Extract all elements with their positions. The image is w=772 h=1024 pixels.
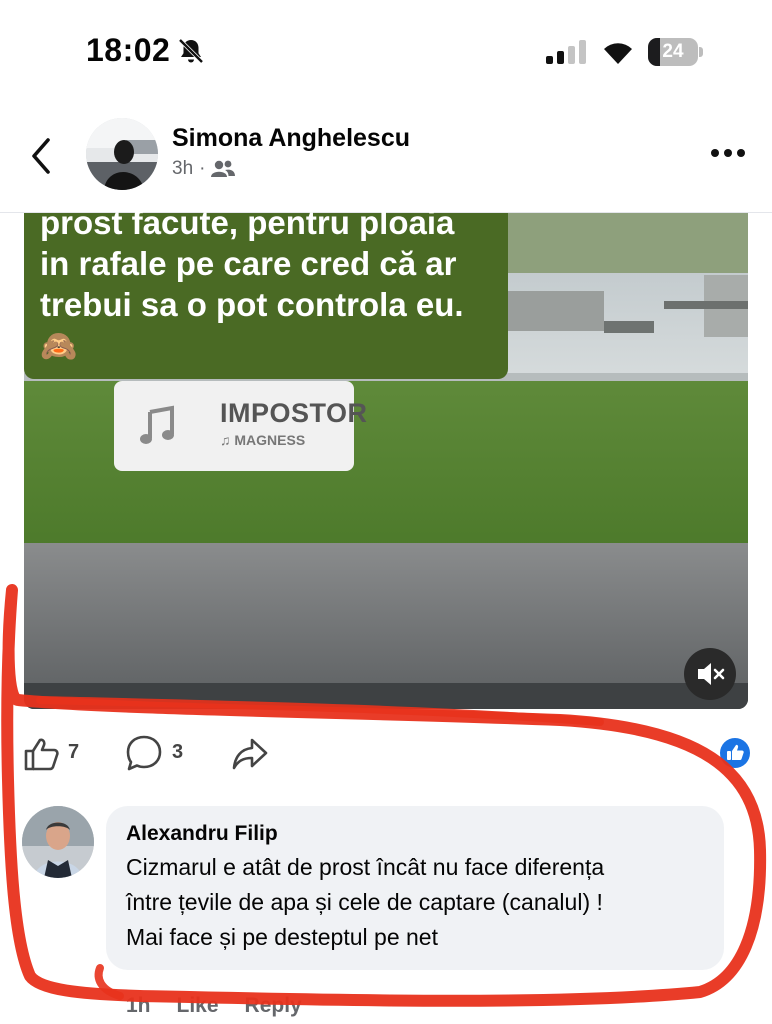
comment-text: Cizmarul e atât de prost încât nu face d… (126, 850, 716, 955)
like-button[interactable] (22, 736, 62, 772)
caption-line: trebui sa o pot controla eu. (40, 286, 464, 323)
mute-button[interactable] (684, 648, 736, 700)
back-button[interactable] (26, 134, 60, 178)
music-note-icon (140, 405, 174, 444)
comment-count: 3 (172, 741, 184, 763)
share-button[interactable] (230, 736, 270, 772)
battery-level: 24 (662, 41, 684, 62)
like-count: 7 (68, 741, 80, 763)
post-time[interactable]: 3h (172, 158, 193, 180)
comment-time: 1h (126, 994, 151, 1017)
author-name[interactable]: Simona Anghelescu (172, 124, 410, 153)
bell-off-icon (178, 38, 204, 64)
signal-icon (546, 40, 586, 64)
avatar-image (86, 118, 158, 190)
post-meta: 3h · (172, 158, 236, 180)
author-avatar[interactable] (86, 118, 158, 190)
monkey-emoji: 🙈 (40, 330, 78, 363)
caption-line: prost facute, pentru ploaia (40, 204, 455, 241)
thumbs-up-icon (727, 744, 744, 760)
battery-indicator: 24 (648, 38, 704, 66)
music-title: IMPOSTOR (220, 398, 368, 428)
meta-separator: · (199, 158, 206, 179)
commenter-avatar[interactable] (22, 806, 94, 878)
comment-line: între țevile de apa și cele de captare (… (126, 889, 603, 915)
wifi-icon (604, 43, 632, 64)
comment-like-button[interactable]: Like (177, 994, 219, 1018)
commenter-name[interactable]: Alexandru Filip (126, 822, 278, 846)
friends-icon (211, 160, 236, 177)
caption-line: in rafale pe care cred că ar (40, 245, 457, 282)
avatar-image (22, 806, 94, 878)
comment-line: Cizmarul e atât de prost încât nu face d… (126, 854, 605, 880)
comment-reply-button[interactable]: Reply (245, 994, 302, 1018)
comment-actions: 1h Like Reply (126, 994, 302, 1018)
more-options-button[interactable] (708, 146, 748, 160)
comment-button[interactable] (124, 734, 164, 772)
status-time: 18:02 (86, 32, 171, 68)
like-reaction-icon[interactable] (720, 738, 750, 768)
music-artist: ♫ MAGNESS (220, 432, 306, 448)
speaker-muted-icon (698, 663, 725, 685)
comment-line: Mai face și pe desteptul pe net (126, 924, 438, 950)
video-caption: prost facute, pentru ploaia in rafale pe… (40, 202, 510, 369)
